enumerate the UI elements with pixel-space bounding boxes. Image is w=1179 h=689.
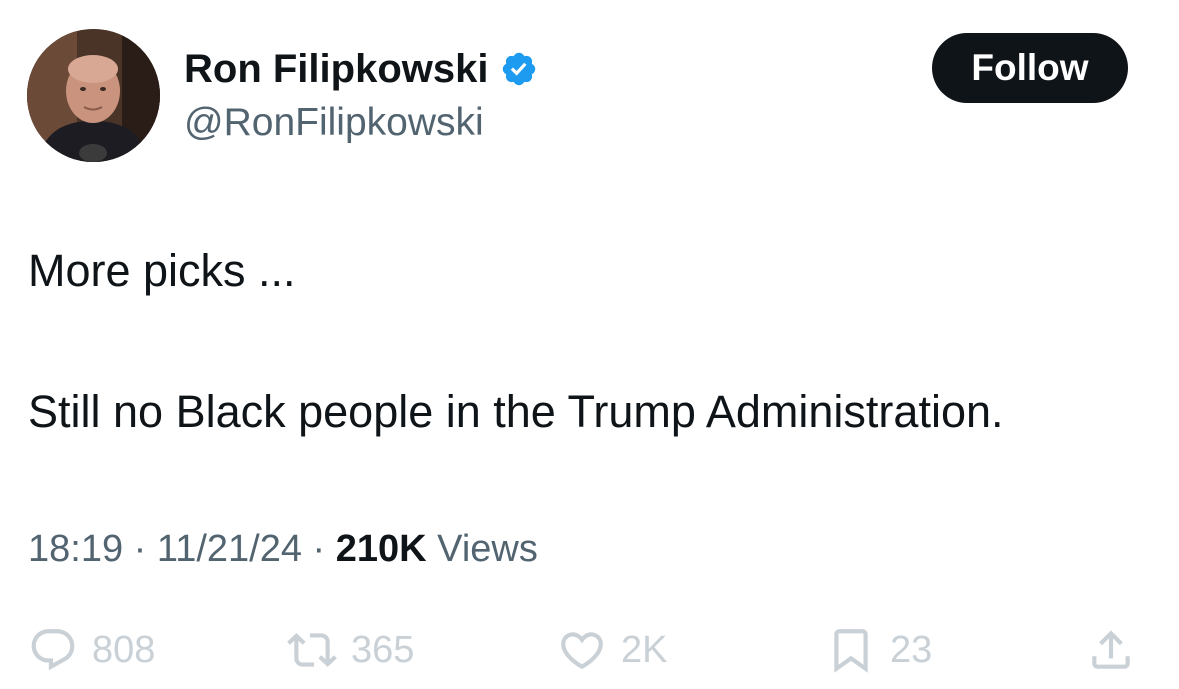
tweet-time[interactable]: 18:19 <box>28 528 123 570</box>
meta-separator: · <box>312 528 326 570</box>
action-bar: 808 365 2K 23 <box>0 622 1179 678</box>
follow-button[interactable]: Follow <box>932 33 1128 103</box>
bookmark-count: 23 <box>890 628 933 671</box>
repost-button[interactable]: 365 <box>287 622 414 678</box>
author-row: Ron Filipkowski <box>184 44 538 94</box>
tweet-line: Still no Black people in the Trump Admin… <box>28 386 1004 437</box>
bookmark-icon <box>834 629 868 673</box>
verified-badge-icon[interactable] <box>500 50 538 88</box>
repost-count: 365 <box>351 628 415 671</box>
tweet-line: More picks ... <box>28 245 296 296</box>
reply-count: 808 <box>92 628 156 671</box>
reply-button[interactable]: 808 <box>28 622 155 678</box>
avatar-image <box>27 29 160 162</box>
tweet-text: More picks ... Still no Black people in … <box>28 244 1158 439</box>
tweet-meta: 18:19 · 11/21/24 · 210K Views <box>28 525 538 573</box>
repost-icon <box>287 633 337 667</box>
bookmark-button[interactable]: 23 <box>826 622 932 678</box>
like-button[interactable]: 2K <box>557 622 667 678</box>
share-button[interactable] <box>1086 622 1136 678</box>
views-label: Views <box>437 528 538 570</box>
tweet-date[interactable]: 11/21/24 <box>157 528 302 570</box>
author-handle[interactable]: @RonFilipkowski <box>184 98 484 148</box>
reply-icon <box>31 629 75 671</box>
display-name[interactable]: Ron Filipkowski <box>184 44 488 94</box>
share-icon <box>1092 630 1130 669</box>
meta-separator: · <box>133 528 147 570</box>
views-count: 210K <box>335 528 427 570</box>
heart-icon <box>561 632 603 670</box>
avatar[interactable] <box>27 29 160 162</box>
like-count: 2K <box>621 628 668 671</box>
